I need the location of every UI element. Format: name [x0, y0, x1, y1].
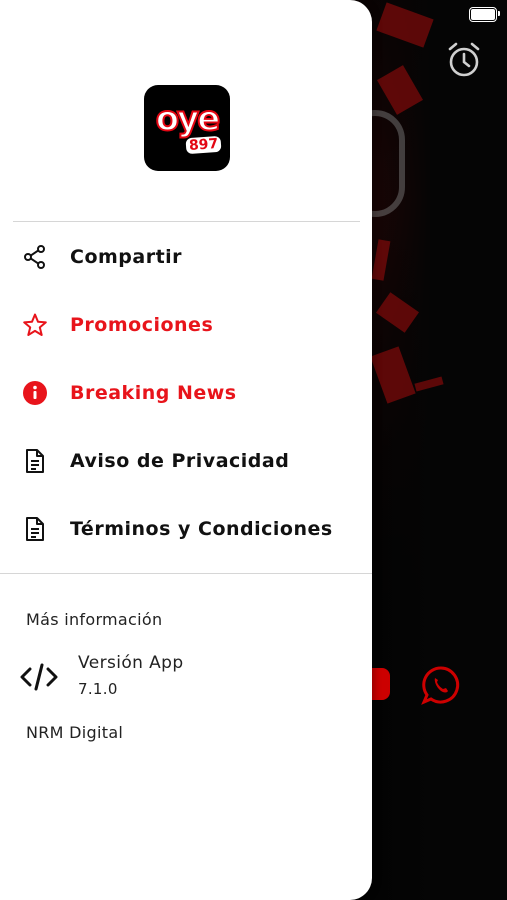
menu-item-promociones[interactable]: Promociones [0, 296, 360, 356]
info-icon [23, 381, 47, 405]
menu-item-label: Términos y Condiciones [70, 518, 333, 540]
bg-shard [414, 376, 444, 392]
menu-item-aviso-privacidad[interactable]: Aviso de Privacidad [0, 432, 360, 492]
menu-item-breaking-news[interactable]: Breaking News [0, 364, 360, 424]
menu-item-label: Aviso de Privacidad [70, 450, 290, 472]
youtube-button[interactable] [372, 668, 390, 700]
section-title: Más información [26, 610, 163, 629]
document-icon [26, 517, 44, 541]
bg-shard [375, 292, 420, 333]
battery-icon [469, 7, 500, 22]
logo-text: oye [155, 99, 222, 139]
bg-shard [370, 346, 416, 404]
app-logo: oye 897 [144, 85, 230, 171]
share-icon [24, 245, 45, 269]
menu-item-terminos[interactable]: Términos y Condiciones [0, 500, 360, 560]
section-divider [0, 573, 372, 574]
document-icon [26, 449, 44, 473]
whatsapp-icon[interactable] [420, 664, 462, 706]
logo-number: 897 [185, 135, 222, 155]
menu-item-compartir[interactable]: Compartir [0, 228, 360, 288]
version-row: Versión App 7.1.0 [0, 650, 360, 710]
menu-item-label: Compartir [70, 246, 183, 268]
menu-item-label: Promociones [70, 314, 214, 336]
version-label: Versión App [78, 653, 184, 673]
footer-text: NRM Digital [26, 723, 124, 742]
side-drawer: oye 897 Compartir Promociones Breaking N… [0, 0, 372, 900]
code-icon [20, 663, 58, 691]
alarm-icon[interactable] [444, 40, 484, 80]
menu-item-label: Breaking News [70, 382, 237, 404]
bg-shard [377, 65, 423, 115]
version-value: 7.1.0 [78, 680, 118, 698]
bg-shard [376, 2, 434, 48]
star-icon [23, 313, 47, 336]
header-divider [13, 221, 360, 222]
bg-shard [371, 239, 391, 281]
